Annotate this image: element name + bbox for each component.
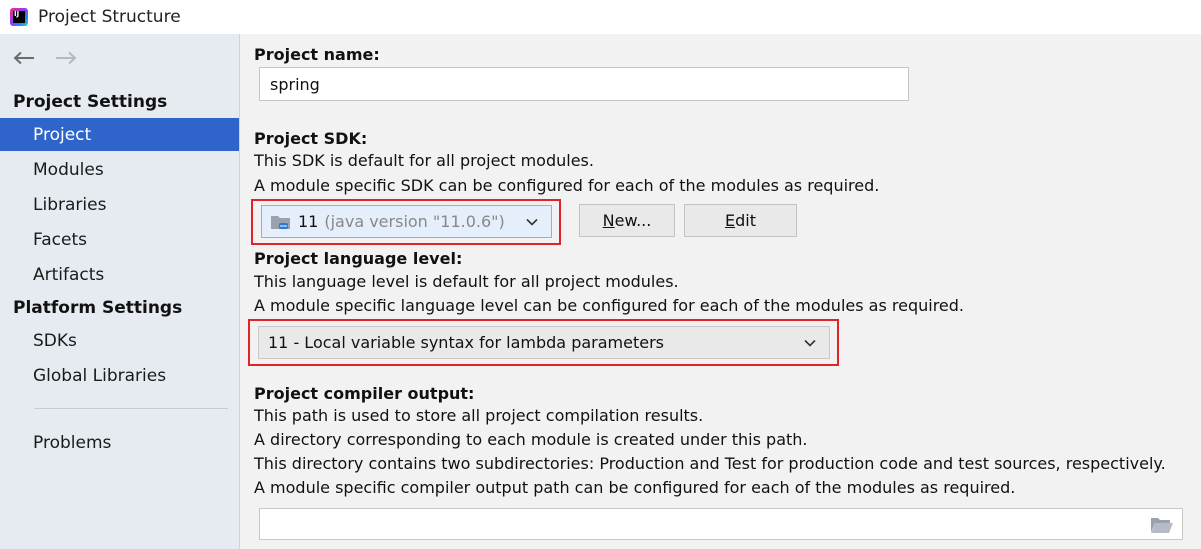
sidebar-item-sdks[interactable]: SDKs	[0, 324, 239, 357]
new-sdk-button[interactable]: New...	[579, 204, 675, 237]
arrow-right-icon[interactable]	[54, 48, 78, 68]
intellij-idea-icon	[10, 8, 28, 26]
compiler-output-desc-2: A directory corresponding to each module…	[254, 430, 808, 449]
platform-settings-header: Platform Settings	[13, 298, 183, 318]
language-level-highlight-box	[248, 319, 839, 366]
language-level-label: Project language level:	[254, 249, 463, 268]
project-settings-header: Project Settings	[13, 92, 168, 112]
sidebar-item-global-libraries[interactable]: Global Libraries	[0, 359, 239, 392]
sidebar-item-project[interactable]: Project	[0, 118, 239, 151]
sdk-highlight-box	[251, 199, 561, 245]
window-title: Project Structure	[38, 7, 181, 27]
sidebar-item-libraries[interactable]: Libraries	[0, 188, 239, 221]
compiler-output-desc-1: This path is used to store all project c…	[254, 406, 704, 425]
compiler-output-label: Project compiler output:	[254, 384, 475, 403]
edit-sdk-button[interactable]: Edit	[684, 204, 797, 237]
compiler-output-desc-3: This directory contains two subdirectori…	[254, 454, 1166, 473]
language-level-desc-1: This language level is default for all p…	[254, 272, 679, 291]
edit-button-mnemonic: E	[725, 211, 736, 230]
project-sdk-label: Project SDK:	[254, 129, 368, 148]
edit-button-label: dit	[735, 211, 756, 230]
project-sdk-desc-2: A module specific SDK can be configured …	[254, 176, 880, 195]
project-name-field[interactable]: spring	[259, 67, 909, 101]
nav-arrows	[12, 48, 78, 68]
sidebar-divider	[34, 408, 228, 409]
compiler-output-desc-4: A module specific compiler output path c…	[254, 478, 1016, 497]
project-settings-panel: Project name: spring Project SDK: This S…	[240, 34, 1201, 549]
folder-open-icon[interactable]	[1150, 516, 1174, 534]
project-name-label: Project name:	[254, 45, 380, 64]
arrow-left-icon[interactable]	[12, 48, 36, 68]
sidebar-item-modules[interactable]: Modules	[0, 153, 239, 186]
sidebar-item-artifacts[interactable]: Artifacts	[0, 258, 239, 291]
project-sdk-desc-1: This SDK is default for all project modu…	[254, 151, 594, 170]
sidebar-item-problems[interactable]: Problems	[0, 426, 239, 459]
sidebar-item-facets[interactable]: Facets	[0, 223, 239, 256]
language-level-desc-2: A module specific language level can be …	[254, 296, 964, 315]
title-bar: Project Structure	[0, 0, 1201, 34]
new-button-mnemonic: N	[602, 211, 615, 230]
compiler-output-field[interactable]	[259, 508, 1183, 540]
sidebar: Project Settings Project Modules Librari…	[0, 34, 240, 549]
new-button-label: ew...	[614, 211, 652, 230]
